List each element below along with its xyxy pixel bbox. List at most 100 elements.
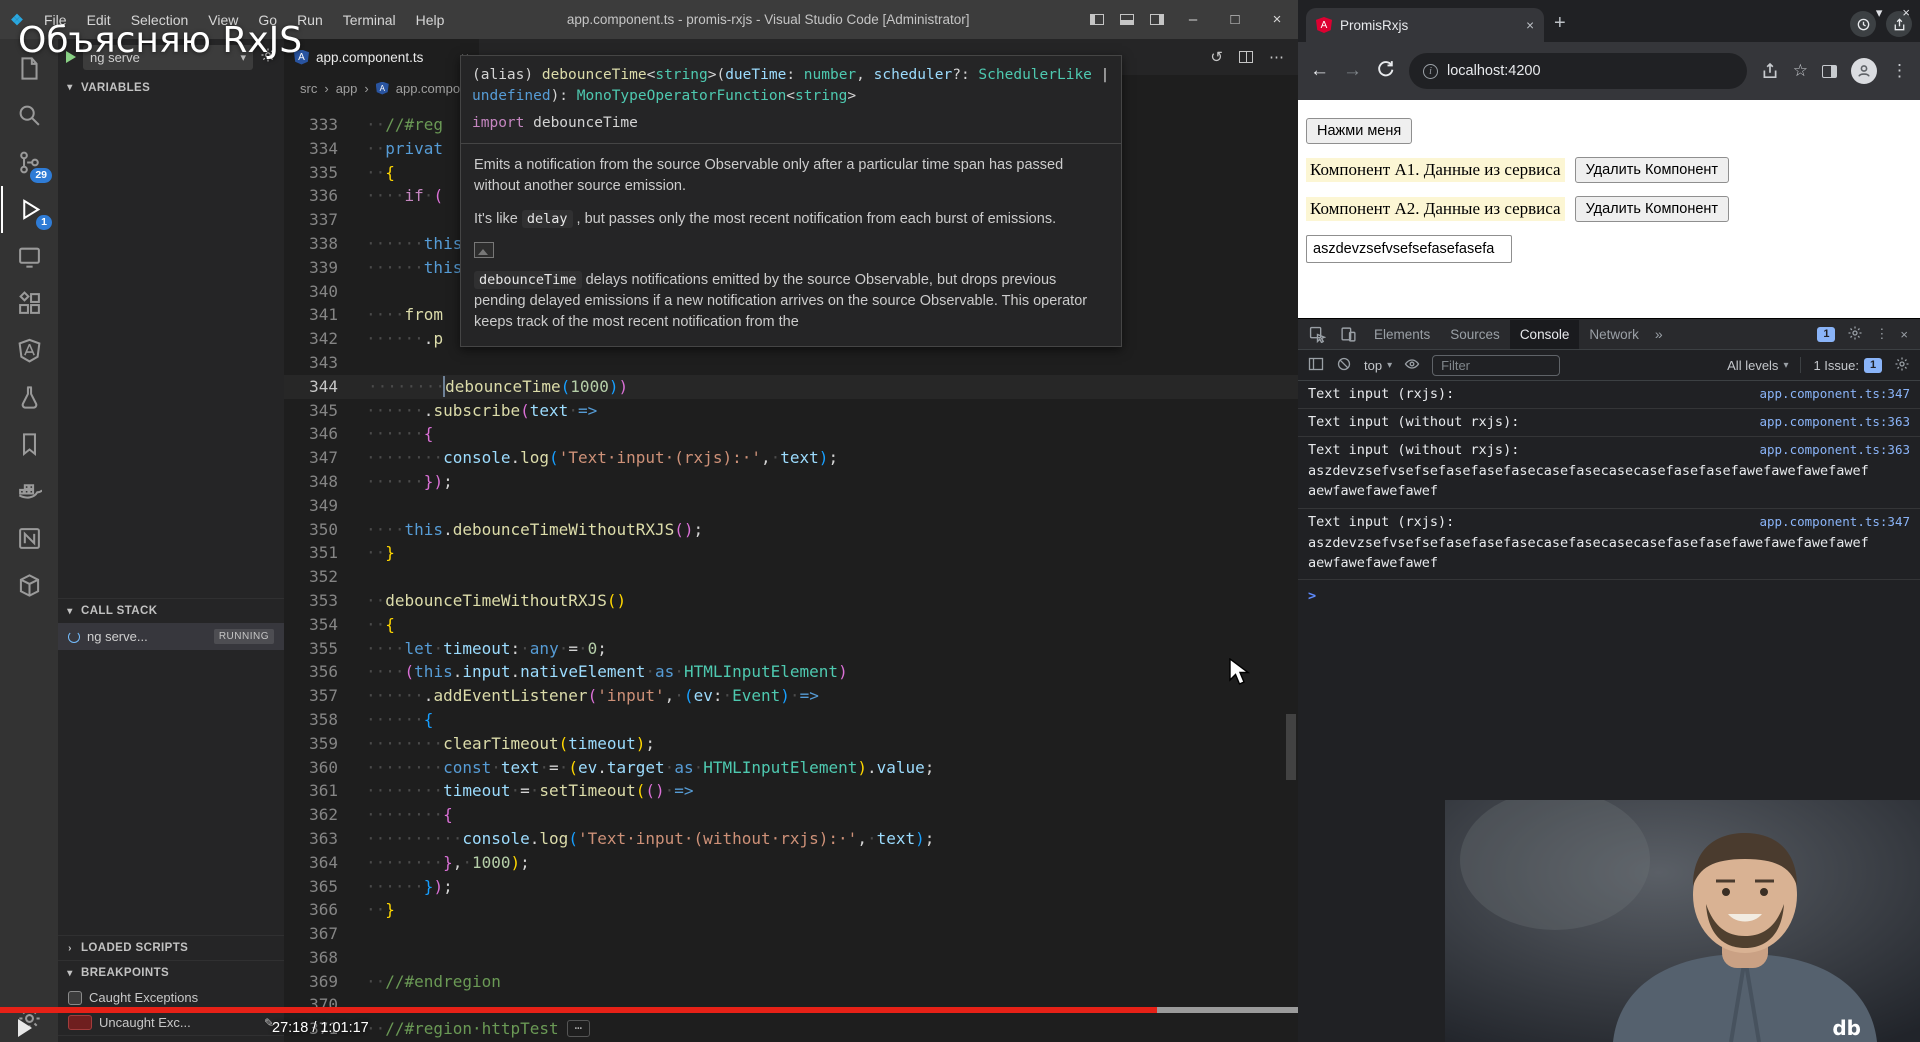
section-call-stack[interactable]: ▾ CALL STACK bbox=[58, 598, 284, 623]
side-panel-icon[interactable] bbox=[1822, 64, 1837, 78]
new-tab-button[interactable]: + bbox=[1554, 12, 1566, 35]
line-number[interactable]: 363 bbox=[284, 827, 346, 851]
line-number[interactable]: 368 bbox=[284, 946, 346, 970]
devtools-close-icon[interactable]: × bbox=[1900, 327, 1908, 342]
code-line-346[interactable]: 346 ······{ bbox=[284, 422, 1298, 446]
bookmarks-icon[interactable] bbox=[1, 421, 57, 468]
toggle-secondary-sidebar-icon[interactable] bbox=[1142, 0, 1172, 39]
checkbox[interactable] bbox=[68, 990, 82, 1005]
issues-badge[interactable]: 1 bbox=[1817, 326, 1836, 342]
code-line-343[interactable]: 343 bbox=[284, 351, 1298, 375]
code-line-357[interactable]: 357 ······.addEventListener('input',·(ev:… bbox=[284, 684, 1298, 708]
console-source-link[interactable]: app.component.ts:363 bbox=[1759, 442, 1910, 457]
line-number[interactable]: 357 bbox=[284, 684, 346, 708]
code-line-356[interactable]: 356 ····(this.input.nativeElement·as·HTML… bbox=[284, 660, 1298, 684]
tab-search-icon[interactable]: ▾ bbox=[1876, 5, 1883, 21]
editor-tab-app-component[interactable]: A app.component.ts × bbox=[284, 39, 480, 75]
line-number[interactable]: 341 bbox=[284, 303, 346, 327]
more-tabs-icon[interactable]: » bbox=[1649, 326, 1669, 342]
angular-icon[interactable] bbox=[1, 327, 57, 374]
section-variables[interactable]: ▾ VARIABLES bbox=[58, 75, 284, 100]
line-number[interactable]: 355 bbox=[284, 637, 346, 661]
bookmark-star-icon[interactable]: ☆ bbox=[1793, 61, 1808, 81]
code-line-364[interactable]: 364 ········},·1000); bbox=[284, 851, 1298, 875]
line-number[interactable]: 338 bbox=[284, 232, 346, 256]
editor-scrollbar[interactable] bbox=[1284, 101, 1298, 1042]
browser-tab-promisrxjs[interactable]: A PromisRxjs × bbox=[1306, 8, 1544, 42]
line-number[interactable]: 353 bbox=[284, 589, 346, 613]
line-number[interactable]: 364 bbox=[284, 851, 346, 875]
section-breakpoints[interactable]: ▾ BREAKPOINTS bbox=[58, 960, 284, 985]
devtools-tab-console[interactable]: Console bbox=[1509, 319, 1580, 349]
devtools-menu-icon[interactable]: ⋮ bbox=[1875, 326, 1888, 342]
code-line-350[interactable]: 350 ····this.debounceTimeWithoutRXJS(); bbox=[284, 518, 1298, 542]
code-line-355[interactable]: 355 ····let·timeout:·any·=·0; bbox=[284, 637, 1298, 661]
line-number[interactable]: 347 bbox=[284, 446, 346, 470]
menu-item-help[interactable]: Help bbox=[406, 0, 455, 39]
code-line-348[interactable]: 348 ······}); bbox=[284, 470, 1298, 494]
code-line-361[interactable]: 361 ········timeout·=·setTimeout(()·=> bbox=[284, 779, 1298, 803]
code-line-360[interactable]: 360 ········const·text·=·(ev.target·as·HT… bbox=[284, 756, 1298, 780]
code-line-351[interactable]: 351 ··} bbox=[284, 541, 1298, 565]
delete-component-button[interactable]: Удалить Компонент bbox=[1574, 196, 1730, 222]
live-expression-eye-icon[interactable] bbox=[1404, 356, 1420, 375]
line-number[interactable]: 369 bbox=[284, 970, 346, 994]
extensions-icon[interactable] bbox=[1, 280, 57, 327]
run-debug-icon[interactable]: 1 bbox=[1, 186, 57, 233]
devtools-tab-elements[interactable]: Elements bbox=[1364, 320, 1440, 349]
line-number[interactable]: 352 bbox=[284, 565, 346, 589]
code-line-353[interactable]: 353 ··debounceTimeWithoutRXJS() bbox=[284, 589, 1298, 613]
code-line-366[interactable]: 366 ··} bbox=[284, 898, 1298, 922]
close-button[interactable]: × bbox=[1256, 0, 1298, 39]
toggle-sidebar-icon[interactable] bbox=[1082, 0, 1112, 39]
line-number[interactable]: 351 bbox=[284, 541, 346, 565]
address-bar[interactable]: i localhost:4200 bbox=[1409, 53, 1747, 89]
press-me-button[interactable]: Нажми меня bbox=[1306, 118, 1413, 144]
timeline-back-icon[interactable]: ↺ bbox=[1210, 48, 1223, 66]
code-line-349[interactable]: 349 bbox=[284, 494, 1298, 518]
line-number[interactable]: 349 bbox=[284, 494, 346, 518]
tab-close-icon[interactable]: × bbox=[1526, 18, 1534, 33]
line-number[interactable]: 340 bbox=[284, 280, 346, 304]
line-number[interactable]: 334 bbox=[284, 137, 346, 161]
source-control-icon[interactable]: 29 bbox=[1, 139, 57, 186]
line-number[interactable]: 362 bbox=[284, 803, 346, 827]
clear-console-icon[interactable] bbox=[1336, 356, 1352, 375]
more-actions-icon[interactable]: ⋯ bbox=[1269, 48, 1284, 66]
code-line-368[interactable]: 368 bbox=[284, 946, 1298, 970]
line-number[interactable]: 348 bbox=[284, 470, 346, 494]
devtools-tab-sources[interactable]: Sources bbox=[1440, 320, 1510, 349]
call-stack-session[interactable]: ng serve... RUNNING bbox=[58, 623, 284, 650]
device-toolbar-icon[interactable] bbox=[1333, 326, 1364, 343]
scrollbar-thumb[interactable] bbox=[1286, 714, 1296, 780]
nx-console-icon[interactable] bbox=[1, 515, 57, 562]
code-line-367[interactable]: 367 bbox=[284, 922, 1298, 946]
dependencies-icon[interactable] bbox=[1, 562, 57, 609]
docker-icon[interactable] bbox=[1, 468, 57, 515]
console-source-link[interactable]: app.component.ts:347 bbox=[1759, 514, 1910, 529]
code-line-362[interactable]: 362 ········{ bbox=[284, 803, 1298, 827]
code-line-358[interactable]: 358 ······{ bbox=[284, 708, 1298, 732]
breadcrumb-app[interactable]: app bbox=[336, 81, 358, 96]
line-number[interactable]: 342 bbox=[284, 327, 346, 351]
console-settings-gear-icon[interactable] bbox=[1894, 356, 1910, 375]
code-line-365[interactable]: 365 ······}); bbox=[284, 875, 1298, 899]
devtools-tab-network[interactable]: Network bbox=[1579, 320, 1649, 349]
line-number[interactable]: 346 bbox=[284, 422, 346, 446]
menu-item-terminal[interactable]: Terminal bbox=[333, 0, 406, 39]
console-filter-input[interactable] bbox=[1432, 354, 1561, 376]
breadcrumb-src[interactable]: src bbox=[300, 81, 317, 96]
line-number[interactable]: 333 bbox=[284, 113, 346, 137]
issues-counter[interactable]: 1 Issue: 1 bbox=[1813, 357, 1882, 373]
devtools-settings-gear-icon[interactable] bbox=[1847, 325, 1863, 344]
console-source-link[interactable]: app.component.ts:363 bbox=[1759, 414, 1910, 429]
console-prompt[interactable]: > bbox=[1298, 580, 1920, 612]
console-source-link[interactable]: app.component.ts:347 bbox=[1759, 386, 1910, 401]
line-number[interactable]: 336 bbox=[284, 184, 346, 208]
back-icon[interactable]: ← bbox=[1310, 60, 1329, 82]
history-clock-icon[interactable] bbox=[1850, 11, 1876, 37]
code-line-354[interactable]: 354 ··{ bbox=[284, 613, 1298, 637]
site-info-icon[interactable]: i bbox=[1423, 63, 1438, 79]
context-selector[interactable]: top ▾ bbox=[1364, 358, 1392, 373]
testing-icon[interactable] bbox=[1, 374, 57, 421]
